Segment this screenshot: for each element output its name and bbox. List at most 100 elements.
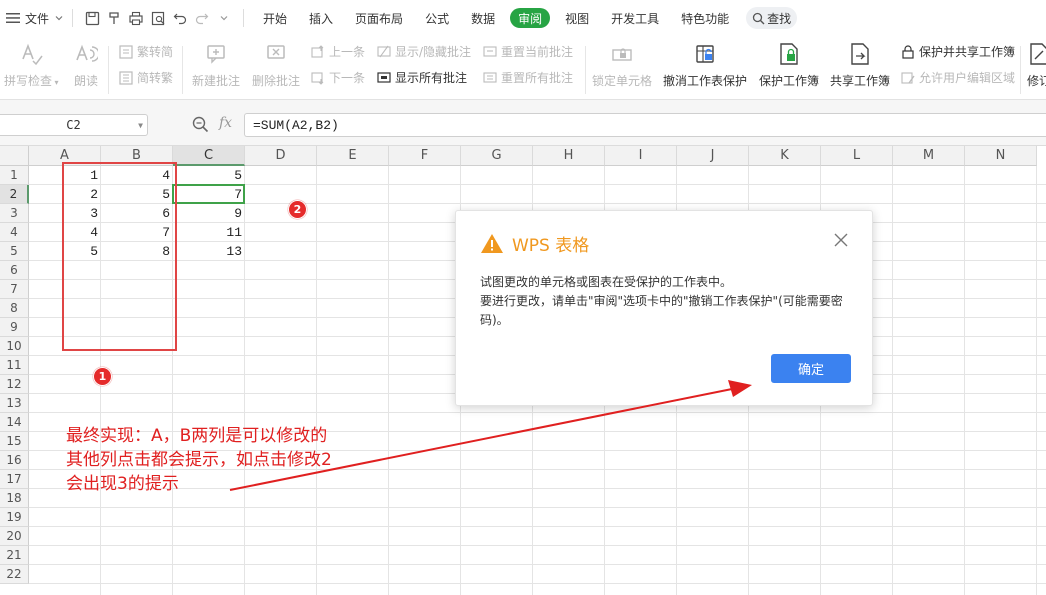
tab-insert[interactable]: 插入 — [298, 0, 344, 36]
row-header-7[interactable]: 7 — [0, 280, 29, 299]
protect-workbook-button[interactable]: 保护工作簿 — [759, 40, 819, 89]
lock-cell-button[interactable]: 锁定单元格 — [592, 40, 652, 89]
unprotect-sheet-label: 撤消工作表保护 — [663, 74, 748, 88]
save-icon[interactable] — [81, 7, 103, 29]
reset-current-comment-button[interactable]: 重置当前批注 — [482, 43, 573, 60]
row-header-1[interactable]: 1 — [0, 166, 29, 185]
row-header-12[interactable]: 12 — [0, 375, 29, 394]
grid-line — [29, 412, 1046, 413]
tab-review[interactable]: 审阅 — [510, 8, 551, 28]
row-header-18[interactable]: 18 — [0, 489, 29, 508]
row-header-13[interactable]: 13 — [0, 394, 29, 413]
zoom-icon[interactable] — [192, 116, 209, 133]
delete-comment-icon — [267, 45, 285, 59]
column-header-K[interactable]: K — [749, 146, 821, 166]
trad-to-simp-button[interactable]: 繁转简 — [118, 43, 173, 60]
chevron-down-icon[interactable]: ▼ — [138, 121, 143, 130]
print-preview-icon[interactable] — [147, 7, 169, 29]
track-changes-button[interactable]: 修订 — [1025, 40, 1046, 89]
allow-edit-ranges-button[interactable]: 允许用户编辑区域 — [900, 69, 1015, 86]
row-header-14[interactable]: 14 — [0, 413, 29, 432]
row-header-9[interactable]: 9 — [0, 318, 29, 337]
marker-1: 1 — [93, 367, 112, 386]
column-header-F[interactable]: F — [389, 146, 461, 166]
column-header-D[interactable]: D — [245, 146, 317, 166]
search-label: 查找 — [767, 11, 792, 26]
new-comment-button[interactable]: 新建批注 — [192, 40, 240, 89]
formula-input[interactable]: =SUM(A2,B2) — [244, 113, 1046, 137]
chevron-down-icon[interactable] — [213, 7, 235, 29]
column-header-M[interactable]: M — [893, 146, 965, 166]
track-changes-label: 修订 — [1026, 74, 1046, 88]
row-header-21[interactable]: 21 — [0, 546, 29, 565]
show-all-comments-icon — [377, 71, 391, 83]
cell-C1[interactable]: 5 — [173, 166, 245, 185]
column-header-H[interactable]: H — [533, 146, 605, 166]
tab-data[interactable]: 数据 — [460, 0, 506, 36]
column-header-J[interactable]: J — [677, 146, 749, 166]
row-header-16[interactable]: 16 — [0, 451, 29, 470]
row-header-22[interactable]: 22 — [0, 565, 29, 584]
grid-line — [29, 545, 1046, 546]
show-all-comments-button[interactable]: 显示所有批注 — [376, 69, 467, 86]
share-workbook-label: 共享工作簿 — [830, 74, 891, 88]
grid-line — [29, 526, 1046, 527]
chevron-down-icon — [55, 16, 63, 21]
row-header-10[interactable]: 10 — [0, 337, 29, 356]
tab-developer[interactable]: 开发工具 — [600, 0, 670, 36]
row-header-15[interactable]: 15 — [0, 432, 29, 451]
next-comment-button[interactable]: 下一条 — [310, 69, 365, 86]
row-header-6[interactable]: 6 — [0, 261, 29, 280]
share-workbook-button[interactable]: 共享工作簿 — [830, 40, 890, 89]
tab-home[interactable]: 开始 — [252, 0, 298, 36]
show-hide-comment-button[interactable]: 显示/隐藏批注 — [376, 43, 471, 60]
column-header-C[interactable]: C — [173, 146, 245, 166]
undo-icon[interactable] — [169, 7, 191, 29]
read-aloud-button[interactable]: 朗读 — [72, 40, 100, 89]
file-menu-label: 文件 — [25, 11, 50, 26]
unprotect-sheet-button[interactable]: 撤消工作表保护 — [663, 40, 747, 89]
close-icon[interactable] — [834, 233, 848, 247]
spellcheck-button[interactable]: 拼写检查 ▾ — [4, 40, 59, 89]
column-header-G[interactable]: G — [461, 146, 533, 166]
tab-formulas[interactable]: 公式 — [414, 0, 460, 36]
protect-and-share-button[interactable]: 保护并共享工作簿 — [900, 43, 1015, 60]
cell-C5[interactable]: 13 — [173, 242, 245, 261]
cell-C4[interactable]: 11 — [173, 223, 245, 242]
delete-comment-button[interactable]: 删除批注 — [252, 40, 300, 89]
reset-all-comments-button[interactable]: 重置所有批注 — [482, 69, 573, 86]
selected-cell[interactable] — [172, 184, 245, 204]
fx-icon[interactable]: fx — [219, 115, 232, 131]
row-header-3[interactable]: 3 — [0, 204, 29, 223]
allow-edit-ranges-label: 允许用户编辑区域 — [919, 71, 1016, 85]
row-header-4[interactable]: 4 — [0, 223, 29, 242]
row-header-8[interactable]: 8 — [0, 299, 29, 318]
tab-page-layout[interactable]: 页面布局 — [344, 0, 414, 36]
prev-comment-button[interactable]: 上一条 — [310, 43, 365, 60]
simp-to-trad-button[interactable]: 简转繁 — [118, 69, 173, 86]
row-header-5[interactable]: 5 — [0, 242, 29, 261]
simp-to-trad-icon — [119, 70, 133, 85]
column-header-L[interactable]: L — [821, 146, 893, 166]
row-header-2[interactable]: 2 — [0, 185, 29, 204]
tab-view[interactable]: 视图 — [554, 0, 600, 36]
cell-C3[interactable]: 9 — [173, 204, 245, 223]
search-button[interactable]: 查找 — [746, 7, 798, 29]
redo-icon[interactable] — [191, 7, 213, 29]
grid-line — [29, 583, 1046, 584]
file-menu[interactable]: 文件 — [6, 0, 64, 36]
row-header-20[interactable]: 20 — [0, 527, 29, 546]
ok-button[interactable]: 确定 — [771, 354, 851, 383]
select-all-corner[interactable] — [0, 146, 29, 166]
row-header-17[interactable]: 17 — [0, 470, 29, 489]
row-header-11[interactable]: 11 — [0, 356, 29, 375]
format-painter-icon[interactable] — [103, 7, 125, 29]
protect-workbook-label: 保护工作簿 — [759, 74, 820, 88]
column-header-I[interactable]: I — [605, 146, 677, 166]
column-header-E[interactable]: E — [317, 146, 389, 166]
name-box[interactable]: C2 ▼ — [0, 114, 148, 136]
tab-features[interactable]: 特色功能 — [670, 0, 740, 36]
row-header-19[interactable]: 19 — [0, 508, 29, 527]
column-header-N[interactable]: N — [965, 146, 1037, 166]
print-icon[interactable] — [125, 7, 147, 29]
